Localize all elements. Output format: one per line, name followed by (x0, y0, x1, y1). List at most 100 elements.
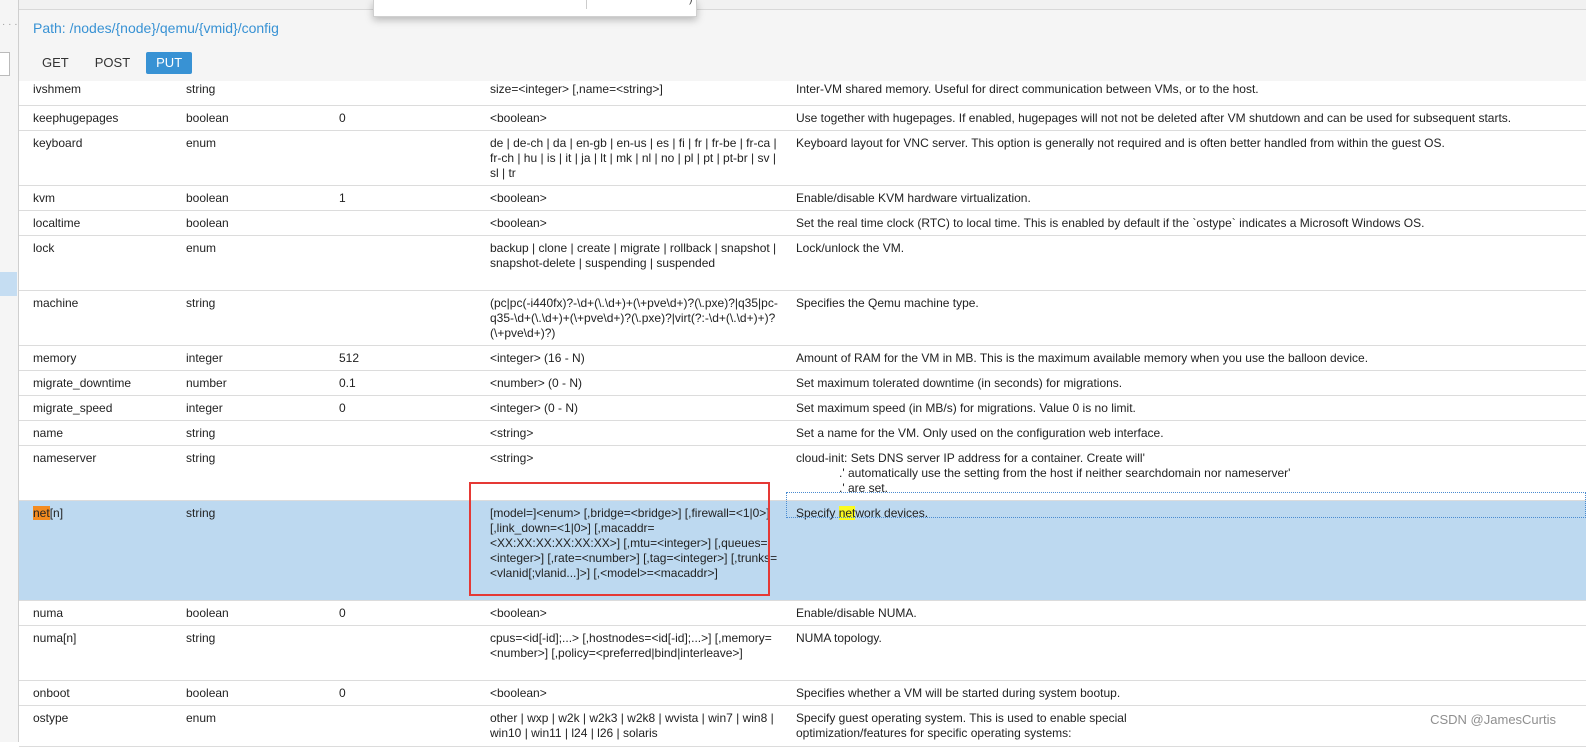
table-row[interactable]: lock enum backup | clone | create | migr… (19, 236, 1586, 291)
param-description: Specifies the Qemu machine type. (796, 296, 979, 310)
param-name: numa (33, 606, 64, 620)
param-description: NUMA topology. (796, 631, 882, 645)
table-row[interactable]: numa boolean 0 <boolean> Enable/disable … (19, 601, 1586, 626)
param-default: 512 (339, 351, 360, 365)
param-name: migrate_downtime (33, 376, 132, 390)
param-description: Inter-VM shared memory. Useful for direc… (796, 82, 1259, 96)
param-name: nameserver (33, 451, 97, 465)
param-name: numa[n] (33, 631, 77, 645)
param-type: enum (186, 711, 217, 725)
param-name: keephugepages (33, 111, 119, 125)
param-type: string (186, 506, 216, 520)
table-row[interactable]: keephugepages boolean 0 <boolean> Use to… (19, 106, 1586, 131)
param-description: Set maximum tolerated downtime (in secon… (796, 376, 1123, 390)
param-description: Use together with hugepages. If enabled,… (796, 111, 1512, 125)
table-row[interactable]: localtime boolean <boolean> Set the real… (19, 211, 1586, 236)
param-description: cloud-init: Sets DNS server IP address f… (796, 451, 1586, 496)
param-default: 1 (339, 191, 346, 205)
param-name: name (33, 426, 64, 440)
param-type: string (186, 451, 216, 465)
param-type: enum (186, 241, 217, 255)
param-type: boolean (186, 686, 229, 700)
dropdown-popup: ) (373, 0, 697, 17)
param-description: Keyboard layout for VNC server. This opt… (796, 136, 1445, 150)
param-name: migrate_speed (33, 401, 113, 415)
param-format: <boolean> (490, 111, 547, 125)
table-row[interactable]: memory integer 512 <integer> (16 - N) Am… (19, 346, 1586, 371)
table-row[interactable]: numa[n] string cpus=<id[-id];...> [,host… (19, 626, 1586, 681)
param-format: <boolean> (490, 606, 547, 620)
param-type: string (186, 631, 216, 645)
param-type: number (186, 376, 227, 390)
method-tabs: GET POST PUT (32, 52, 193, 74)
api-header: Path: /nodes/{node}/qemu/{vmid}/config G… (19, 10, 1586, 82)
param-format: other | wxp | w2k | w2k3 | w2k8 | wvista… (490, 711, 774, 740)
param-type: string (186, 426, 216, 440)
param-format: <integer> (0 - N) (490, 401, 579, 415)
param-description: Set a name for the VM. Only used on the … (796, 426, 1164, 440)
sidebar-selected-item[interactable] (0, 272, 17, 296)
param-default: 0 (339, 111, 346, 125)
table-row[interactable]: onboot boolean 0 <boolean> Specifies whe… (19, 681, 1586, 706)
param-type: boolean (186, 216, 229, 230)
param-format: <number> (0 - N) (490, 376, 583, 390)
table-row[interactable]: migrate_speed integer 0 <integer> (0 - N… (19, 396, 1586, 421)
param-format: backup | clone | create | migrate | roll… (490, 241, 777, 270)
table-row[interactable]: machine string (pc|pc(-i440fx)?-\d+(\.\d… (19, 291, 1586, 346)
param-description: Set maximum speed (in MB/s) for migratio… (796, 401, 1136, 415)
param-default: 0 (339, 686, 346, 700)
param-description: Specify guest operating system. This is … (796, 711, 1127, 740)
param-format: <boolean> (490, 191, 547, 205)
param-name: lock (33, 241, 55, 255)
cell-focus-outline (786, 492, 1586, 518)
param-description: Enable/disable NUMA. (796, 606, 917, 620)
param-default: 0.1 (339, 376, 356, 390)
param-format: cpus=<id[-id];...> [,hostnodes=<id[-id];… (490, 631, 772, 660)
param-format: <string> (490, 451, 534, 465)
method-put-button[interactable]: PUT (146, 52, 193, 74)
param-format: size=<integer> [,name=<string>] (490, 82, 663, 96)
popup-divider (586, 0, 587, 9)
left-sidebar: · · · (0, 0, 19, 742)
table-row[interactable]: ostype enum other | wxp | w2k | w2k3 | w… (19, 706, 1586, 747)
table-row[interactable]: keyboard enum de | de-ch | da | en-gb | … (19, 131, 1586, 186)
description-line: cloud-init: Sets DNS server IP address f… (796, 451, 1145, 465)
sidebar-handle-icon[interactable]: · · · (2, 20, 18, 30)
api-path: Path: /nodes/{node}/qemu/{vmid}/config (33, 20, 279, 36)
param-description: Lock/unlock the VM. (796, 241, 905, 255)
param-name: onboot (33, 686, 70, 700)
param-type: string (186, 296, 216, 310)
param-description: Amount of RAM for the VM in MB. This is … (796, 351, 1369, 365)
param-default: 0 (339, 606, 346, 620)
param-name: kvm (33, 191, 55, 205)
param-name: ostype (33, 711, 69, 725)
param-name: localtime (33, 216, 81, 230)
param-name: ivshmem (33, 82, 82, 96)
param-name: machine (33, 296, 79, 310)
param-format: <boolean> (490, 686, 547, 700)
param-type: boolean (186, 191, 229, 205)
param-format: <integer> (16 - N) (490, 351, 585, 365)
param-default: 0 (339, 401, 346, 415)
search-highlight: net (33, 506, 50, 520)
table-row[interactable]: name string <string> Set a name for the … (19, 421, 1586, 446)
param-description: Specifies whether a VM will be started d… (796, 686, 1121, 700)
param-type: enum (186, 136, 217, 150)
param-name: keyboard (33, 136, 83, 150)
param-format: <boolean> (490, 216, 547, 230)
method-post-button[interactable]: POST (85, 52, 140, 74)
sidebar-search-field[interactable] (0, 52, 10, 76)
param-type: string (186, 82, 216, 96)
popup-caret-icon: ) (689, 0, 693, 5)
param-description: Set the real time clock (RTC) to local t… (796, 216, 1425, 230)
param-name-rest: [n] (49, 506, 64, 520)
param-name: net[n] (33, 506, 183, 521)
table-row[interactable]: ivshmem string size=<integer> [,name=<st… (19, 81, 1586, 106)
table-row[interactable]: kvm boolean 1 <boolean> Enable/disable K… (19, 186, 1586, 211)
param-format: (pc|pc(-i440fx)?-\d+(\.\d+)+(\+pve\d+)?(… (490, 296, 778, 340)
param-format: <string> (490, 426, 534, 440)
annotation-red-box (469, 482, 770, 596)
param-type: integer (186, 401, 223, 415)
table-row[interactable]: migrate_downtime number 0.1 <number> (0 … (19, 371, 1586, 396)
method-get-button[interactable]: GET (32, 52, 79, 74)
